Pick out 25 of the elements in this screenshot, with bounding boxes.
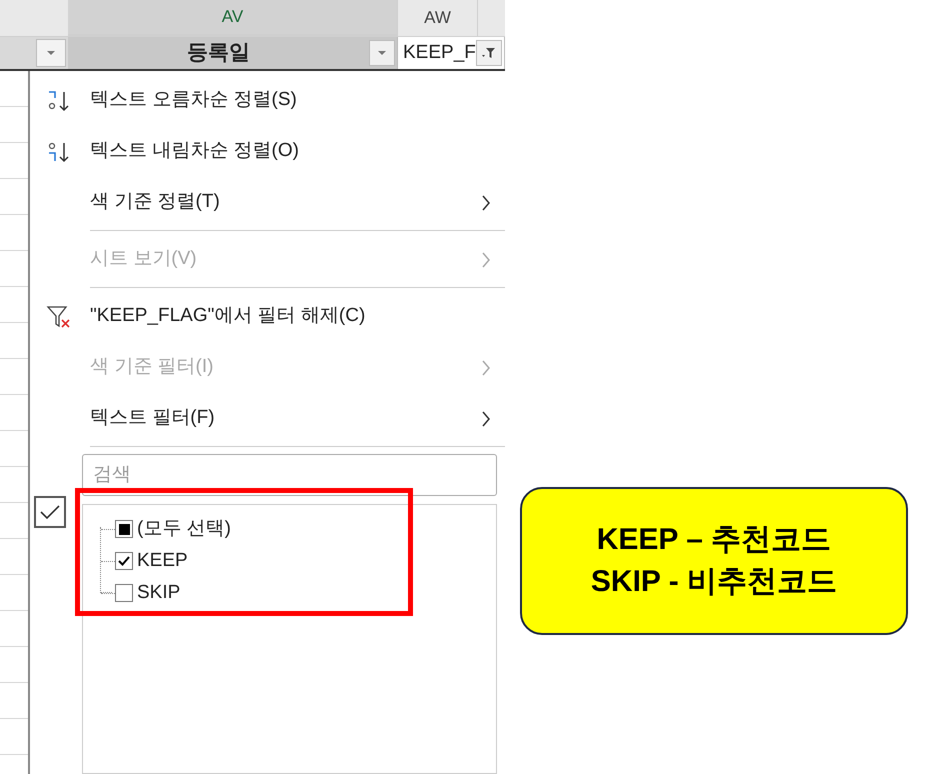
menu-item[interactable]: "KEEP_FLAG"에서 필터 해제(C) <box>30 291 505 342</box>
dropdown-icon[interactable] <box>46 50 56 56</box>
value-label: (모두 선택) <box>137 516 231 541</box>
search-field[interactable]: 검색 <box>82 454 497 496</box>
column-header[interactable]: AV <box>68 0 398 36</box>
checkbox[interactable] <box>115 552 133 570</box>
value-label: SKIP <box>137 580 180 605</box>
menu-item[interactable]: 색 기준 정렬(T) <box>30 177 505 228</box>
filter-dropdown-button[interactable] <box>476 40 502 66</box>
header-cell-text: KEEP_F <box>402 40 476 65</box>
tree-connector-line <box>100 527 112 593</box>
header-cell-text: 등록일 <box>186 40 251 66</box>
column-header[interactable]: AW <box>398 0 478 36</box>
menu-item[interactable]: 텍스트 필터(F) <box>30 393 505 444</box>
callout-text: SKIP - 비추천코드 <box>590 564 838 600</box>
menu-item[interactable]: 텍스트 내림차순 정렬(O) <box>30 126 505 177</box>
dropdown-icon[interactable] <box>377 50 387 56</box>
menu-item[interactable]: 텍스트 오름차순 정렬(S) <box>30 75 505 126</box>
callout-text: KEEP – 추천코드 <box>596 522 832 558</box>
checkbox[interactable] <box>115 584 133 602</box>
checkbox[interactable] <box>115 520 133 538</box>
select-toggle[interactable] <box>34 496 66 528</box>
checkmark-icon <box>40 505 60 519</box>
filter-icon <box>482 47 496 60</box>
value-label: KEEP <box>137 548 188 573</box>
